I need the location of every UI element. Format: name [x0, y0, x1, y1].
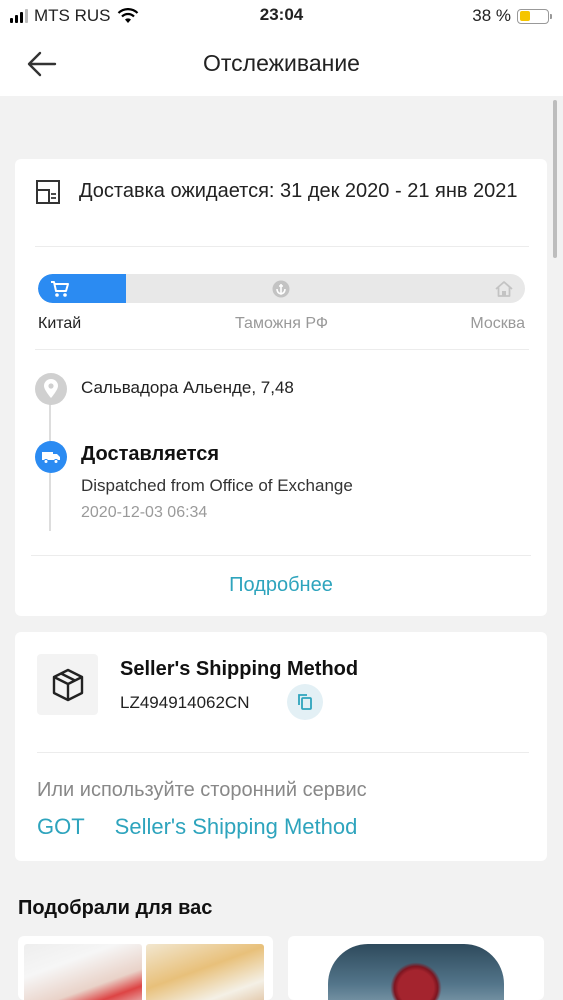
divider: [35, 349, 529, 350]
product-image: [24, 944, 142, 1000]
scrollbar[interactable]: [553, 100, 557, 258]
step-label-moscow: Москва: [470, 315, 525, 332]
truck-icon: [35, 441, 67, 473]
more-details-link[interactable]: Подробнее: [15, 574, 547, 597]
alt-link-got[interactable]: GOT: [37, 814, 85, 840]
tracking-number: LZ494914062CN: [120, 693, 250, 712]
product-image: [146, 944, 264, 1000]
progress-bar: [38, 274, 525, 303]
anchor-icon: [269, 274, 293, 303]
tracking-card: Доставка ожидается: 31 дек 2020 - 21 янв…: [15, 159, 547, 616]
tracking-timestamp: 2020-12-03 06:34: [81, 504, 208, 521]
alt-service-label: Или используйте сторонний сервис: [37, 779, 367, 801]
home-icon: [492, 274, 516, 303]
package-icon: [37, 654, 98, 715]
alt-link-seller-method[interactable]: Seller's Shipping Method: [115, 814, 358, 840]
tracking-status: Доставляется: [81, 443, 220, 465]
delivery-address: Сальвадора Альенде, 7,48: [81, 378, 294, 397]
shipping-card: Seller's Shipping Method LZ494914062CN И…: [15, 632, 547, 861]
status-right: 38 %: [472, 6, 552, 26]
battery-percent: 38 %: [472, 6, 511, 25]
product-card[interactable]: [288, 936, 544, 1000]
copy-icon: [298, 694, 312, 710]
battery-icon: [517, 8, 552, 24]
divider: [37, 752, 529, 753]
status-bar: MTS RUS 23:04 38 %: [0, 0, 563, 32]
recommendations-title: Подобрали для вас: [18, 897, 213, 919]
tracking-detail: Dispatched from Office of Exchange: [81, 476, 353, 495]
product-image: [328, 944, 504, 1000]
progress-labels: Китай Таможня РФ Москва: [38, 315, 525, 337]
delivery-text: Доставка ожидается: 31 дек 2020 - 21 янв…: [79, 180, 518, 202]
location-pin-icon: [35, 373, 67, 405]
app-header: Отслеживание: [0, 32, 563, 96]
copy-button[interactable]: [287, 684, 323, 720]
step-label-customs: Таможня РФ: [235, 315, 328, 332]
calendar-box-icon: [36, 180, 60, 204]
cart-icon: [48, 274, 72, 303]
divider: [35, 246, 529, 247]
product-card[interactable]: [18, 936, 273, 1000]
divider: [31, 555, 531, 556]
page-title: Отслеживание: [203, 50, 360, 76]
delivery-estimate: Доставка ожидается: 31 дек 2020 - 21 янв…: [35, 177, 523, 205]
tracking-timeline: Сальвадора Альенде, 7,48 Доставляется Di…: [35, 371, 527, 531]
alt-service-links: GOT Seller's Shipping Method: [37, 814, 357, 840]
shipping-method: Seller's Shipping Method: [120, 658, 359, 680]
